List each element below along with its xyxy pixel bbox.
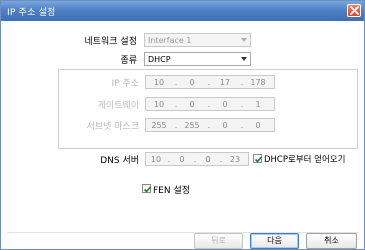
gateway-label: 게이트웨이: [97, 101, 139, 111]
dns-octet: 10: [150, 155, 162, 164]
dns-server-label: DNS 서버: [100, 156, 139, 166]
octet-separator: .: [167, 155, 171, 164]
dns-octet: 23: [229, 155, 241, 164]
close-button[interactable]: [347, 4, 361, 17]
octet-separator: .: [174, 78, 178, 87]
back-button[interactable]: 뒤로: [194, 233, 243, 249]
subnet-octet: 0: [222, 121, 228, 130]
ip-octet: 10: [153, 78, 165, 87]
octet-separator: .: [207, 121, 211, 130]
type-label: 종류: [120, 56, 137, 66]
octet-separator: .: [174, 100, 178, 109]
checkmark-icon: [254, 156, 263, 163]
gateway-octet: 1: [255, 100, 261, 109]
octet-separator: .: [240, 100, 244, 109]
ip-octet: 17: [219, 78, 231, 87]
octet-separator: .: [207, 100, 211, 109]
octet-separator: .: [193, 155, 197, 164]
octet-separator: .: [207, 78, 211, 87]
dhcp-checkbox-label: DHCP로부터 얻어오기: [264, 155, 346, 165]
octet-separator: .: [240, 78, 244, 87]
ip-address-label: IP 주소: [111, 79, 139, 89]
ip-octet: 178: [250, 78, 266, 87]
subnet-octet: 255: [151, 121, 167, 130]
checkmark-icon: [143, 186, 152, 193]
subnet-octet: 0: [255, 121, 261, 130]
octet-separator: .: [240, 121, 244, 130]
type-value: DHCP: [148, 55, 171, 64]
gateway-field[interactable]: 10 . 0 . 0 . 1: [145, 97, 275, 111]
type-select[interactable]: DHCP: [144, 52, 251, 66]
octet-separator: .: [174, 121, 178, 130]
subnet-mask-label: 서브넷 마스크: [86, 122, 139, 132]
dns-server-field[interactable]: 10 . 0 . 0 . 23: [145, 152, 249, 166]
dialog-body: 네트워크 설정 Interface 1 종류 DHCP IP 주소 10 . 0…: [1, 21, 364, 249]
next-button[interactable]: 다음: [250, 233, 299, 249]
octet-separator: .: [219, 155, 223, 164]
network-setting-value: Interface 1: [148, 36, 192, 45]
subnet-octet: 255: [184, 121, 200, 130]
dns-octet: 0: [179, 155, 185, 164]
chevron-down-icon: [241, 38, 247, 42]
footer-divider: [7, 232, 358, 233]
fen-checkbox[interactable]: [142, 184, 152, 193]
ip-octet: 0: [189, 78, 195, 87]
dns-octet: 0: [205, 155, 211, 164]
network-setting-select[interactable]: Interface 1: [144, 33, 251, 47]
chevron-down-icon: [241, 57, 247, 61]
gateway-octet: 10: [153, 100, 165, 109]
ip-address-field[interactable]: 10 . 0 . 17 . 178: [145, 75, 275, 89]
gateway-octet: 0: [222, 100, 228, 109]
close-x-icon: [350, 6, 359, 15]
dhcp-checkbox[interactable]: [253, 154, 263, 163]
gateway-octet: 0: [189, 100, 195, 109]
network-setting-label: 네트워크 설정: [84, 37, 137, 47]
dialog-title: IP 주소 설정: [7, 8, 56, 18]
title-bar: IP 주소 설정: [1, 1, 364, 21]
ip-settings-dialog: IP 주소 설정 네트워크 설정 Interface 1 종류 DHCP IP …: [0, 0, 365, 250]
subnet-mask-field[interactable]: 255 . 255 . 0 . 0: [145, 118, 275, 132]
cancel-button[interactable]: 취소: [306, 233, 357, 249]
fen-checkbox-label: FEN 설정: [153, 186, 191, 196]
